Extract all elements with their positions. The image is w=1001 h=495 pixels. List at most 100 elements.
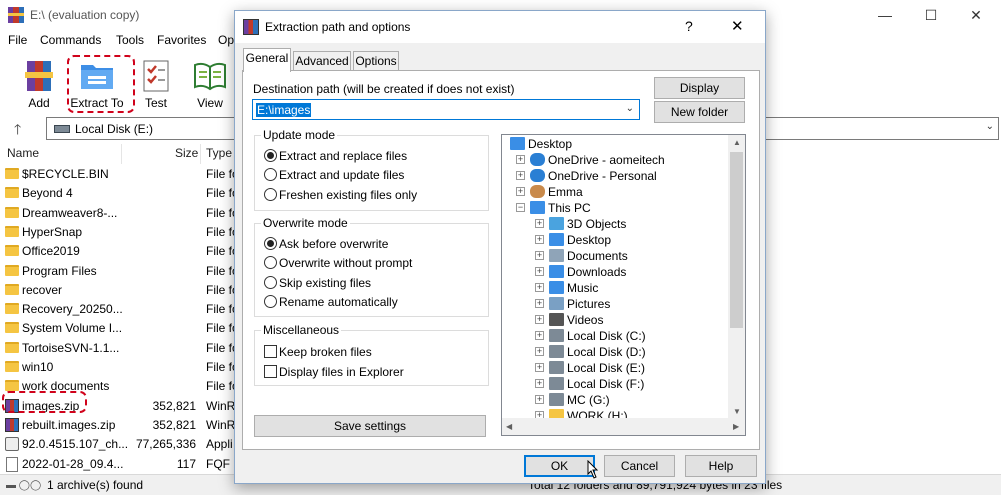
up-folder-icon[interactable]: 🡑: [14, 119, 21, 143]
file-row[interactable]: 2022-01-28_09.4... 117 FQF F: [0, 455, 241, 474]
tree-horizontal-scrollbar[interactable]: ◀ ▶: [502, 418, 745, 435]
help-button[interactable]: Help: [685, 455, 757, 477]
collapse-icon[interactable]: −: [516, 203, 525, 212]
scroll-right-icon[interactable]: ▶: [733, 422, 739, 431]
tree-item-label: Desktop: [528, 137, 573, 151]
dialog-help-button[interactable]: ?: [685, 18, 693, 34]
expand-icon[interactable]: +: [516, 155, 525, 164]
file-row[interactable]: rebuilt.images.zip 352,821 WinR: [0, 416, 240, 435]
menu-tools[interactable]: Tools: [116, 33, 144, 47]
expand-icon[interactable]: +: [535, 315, 544, 324]
radio-extract-replace[interactable]: [264, 149, 277, 162]
overwrite-without-label[interactable]: Overwrite without prompt: [279, 256, 412, 270]
folder-tree[interactable]: Desktop + OneDrive - aomeitech + OneDrive - …: [501, 134, 746, 436]
file-row[interactable]: Beyond 4 File fo: [0, 184, 240, 203]
expand-icon[interactable]: +: [516, 187, 525, 196]
display-explorer-checkbox[interactable]: [264, 365, 277, 378]
destination-path-value: E:\images: [256, 103, 312, 117]
view-label: View: [197, 96, 223, 110]
expand-icon[interactable]: +: [535, 251, 544, 260]
destination-path-combobox[interactable]: E:\images ⌄: [252, 99, 640, 120]
display-button[interactable]: Display: [654, 77, 745, 99]
disk-icon: [549, 329, 564, 342]
column-size[interactable]: Size: [175, 146, 198, 160]
extract-replace-label[interactable]: Extract and replace files: [279, 149, 407, 163]
tree-item-label: Desktop: [567, 233, 612, 247]
file-row[interactable]: Program Files File fo: [0, 262, 240, 281]
file-row[interactable]: recover File fo: [0, 281, 240, 300]
column-type[interactable]: Type: [206, 146, 232, 160]
current-path: Local Disk (E:): [75, 122, 154, 136]
file-row[interactable]: $RECYCLE.BIN File fo: [0, 165, 240, 184]
expand-icon[interactable]: +: [535, 331, 544, 340]
cancel-button[interactable]: Cancel: [604, 455, 675, 477]
keep-broken-checkbox[interactable]: [264, 345, 277, 358]
maximize-button[interactable]: ☐: [908, 0, 954, 31]
scroll-left-icon[interactable]: ◀: [506, 422, 512, 431]
radio-skip-existing[interactable]: [264, 276, 277, 289]
close-button[interactable]: ✕: [953, 0, 999, 31]
expand-icon[interactable]: +: [535, 219, 544, 228]
rename-auto-label[interactable]: Rename automatically: [279, 295, 398, 309]
scroll-thumb[interactable]: [730, 152, 743, 328]
expand-icon[interactable]: +: [535, 235, 544, 244]
view-button[interactable]: View: [182, 57, 238, 110]
tab-advanced[interactable]: Advanced: [293, 51, 351, 71]
column-separator[interactable]: [121, 144, 122, 164]
expand-icon[interactable]: +: [535, 299, 544, 308]
expand-icon[interactable]: +: [535, 283, 544, 292]
dialog-close-button[interactable]: ✕: [731, 17, 744, 35]
column-separator[interactable]: [200, 144, 201, 164]
tree-vertical-scrollbar[interactable]: ▲ ▼: [728, 135, 745, 420]
tree-item-label: Music: [567, 281, 599, 295]
menu-commands[interactable]: Commands: [40, 33, 101, 47]
tab-options[interactable]: Options: [353, 51, 399, 71]
radio-ask-before[interactable]: [264, 237, 277, 250]
new-folder-button[interactable]: New folder: [654, 101, 745, 123]
radio-overwrite-without[interactable]: [264, 256, 277, 269]
add-label: Add: [28, 96, 50, 110]
extract-update-label[interactable]: Extract and update files: [279, 168, 404, 182]
skip-existing-label[interactable]: Skip existing files: [279, 276, 371, 290]
test-button[interactable]: Test: [128, 57, 184, 110]
file-row[interactable]: TortoiseSVN-1.1... File fo: [0, 339, 240, 358]
menu-file[interactable]: File: [8, 33, 27, 47]
cloud-icon: [530, 153, 545, 166]
scroll-up-icon[interactable]: ▲: [733, 138, 741, 147]
minimize-button[interactable]: —: [862, 0, 908, 31]
tab-general[interactable]: General: [243, 48, 291, 72]
dialog-title: Extraction path and options: [265, 20, 411, 34]
expand-icon[interactable]: +: [535, 379, 544, 388]
file-row[interactable]: System Volume I... File fo: [0, 319, 240, 338]
file-row[interactable]: Office2019 File fo: [0, 242, 240, 261]
scroll-down-icon[interactable]: ▼: [733, 407, 741, 416]
display-explorer-label[interactable]: Display files in Explorer: [279, 365, 404, 379]
folder-icon: [5, 264, 19, 276]
expand-icon[interactable]: +: [516, 171, 525, 180]
add-button[interactable]: Add: [11, 57, 67, 110]
file-row[interactable]: 92.0.4515.107_ch... 77,265,336 Appli: [0, 435, 240, 454]
folder-icon: [5, 341, 19, 353]
radio-rename-auto[interactable]: [264, 295, 277, 308]
save-settings-button[interactable]: Save settings: [254, 415, 486, 437]
path-dropdown-icon[interactable]: ⌄: [986, 121, 994, 132]
file-row[interactable]: Dreamweaver8-... File fo: [0, 204, 240, 223]
expand-icon[interactable]: +: [535, 347, 544, 356]
file-row[interactable]: win10 File fo: [0, 358, 240, 377]
keep-broken-label[interactable]: Keep broken files: [279, 345, 372, 359]
file-row[interactable]: HyperSnap File fo: [0, 223, 240, 242]
file-row[interactable]: Recovery_20250... File fo: [0, 300, 240, 319]
destination-dropdown-icon[interactable]: ⌄: [626, 103, 634, 114]
folder-icon: [5, 322, 19, 334]
radio-freshen-existing[interactable]: [264, 188, 277, 201]
winrar-dialog-icon: [243, 19, 259, 35]
menu-options[interactable]: Op: [218, 33, 234, 47]
ask-before-label[interactable]: Ask before overwrite: [279, 237, 388, 251]
expand-icon[interactable]: +: [535, 267, 544, 276]
menu-favorites[interactable]: Favorites: [157, 33, 206, 47]
expand-icon[interactable]: +: [535, 363, 544, 372]
radio-extract-update[interactable]: [264, 168, 277, 181]
expand-icon[interactable]: +: [535, 395, 544, 404]
freshen-existing-label[interactable]: Freshen existing files only: [279, 188, 417, 202]
column-name[interactable]: Name: [7, 146, 39, 160]
